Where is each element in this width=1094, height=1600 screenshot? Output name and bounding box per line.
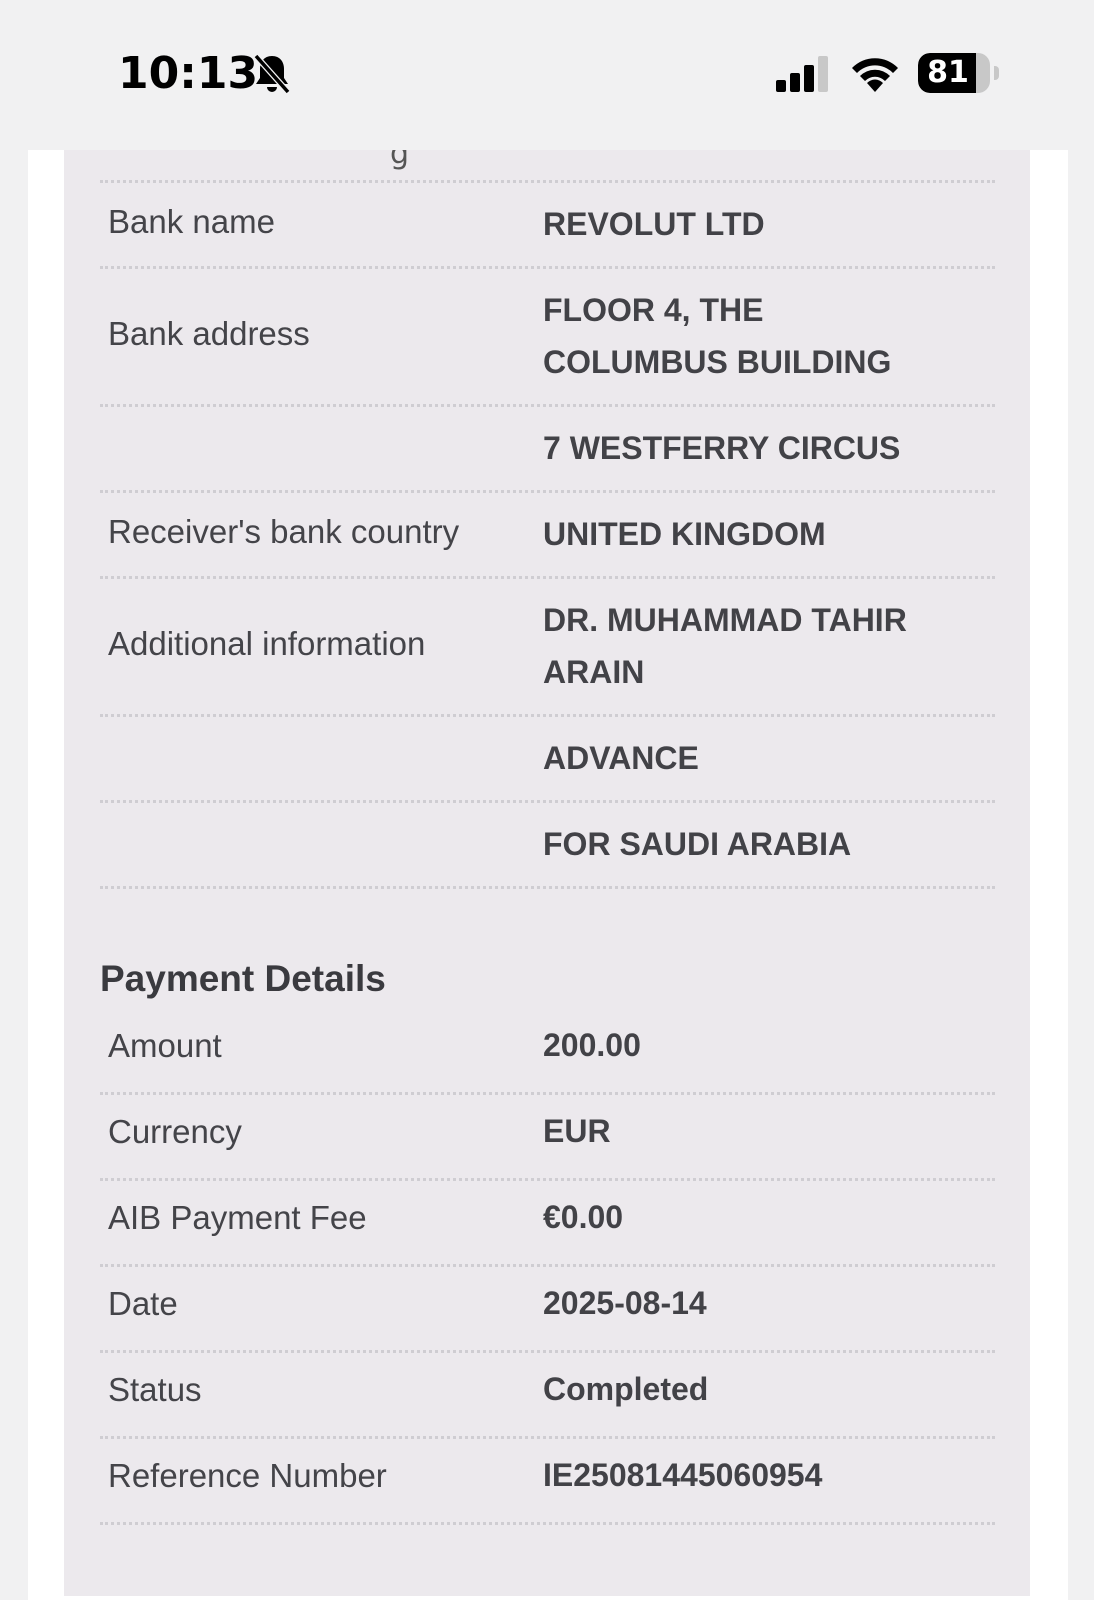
detail-value: FLOOR 4, THE COLUMBUS BUILDING <box>543 284 983 388</box>
row-divider <box>100 1092 995 1095</box>
row-divider <box>100 1436 995 1439</box>
detail-value-line: REVOLUT LTD <box>543 206 765 242</box>
detail-value-line: ADVANCE <box>543 740 699 776</box>
detail-value: REVOLUT LTD <box>543 198 983 250</box>
detail-value-line: UNITED KINGDOM <box>543 516 826 552</box>
status-bar: 10:13 81 <box>0 0 1094 150</box>
row-divider <box>100 1178 995 1181</box>
battery-icon: 81 <box>918 53 999 93</box>
detail-value: DR. MUHAMMAD TAHIR ARAIN <box>543 594 983 698</box>
payment-label: Status <box>108 1371 202 1408</box>
section-title-payment-details: Payment Details <box>100 958 386 999</box>
bell-off-icon <box>253 54 291 94</box>
row-divider <box>100 404 995 407</box>
payment-value: 200.00 <box>543 1027 641 1063</box>
row-divider <box>100 1522 995 1525</box>
payment-label: Date <box>108 1285 178 1322</box>
payment-value: IE25081445060954 <box>543 1457 823 1493</box>
payment-label: Reference Number <box>108 1457 387 1494</box>
status-time: 10:13 <box>118 48 259 99</box>
row-divider <box>100 714 995 717</box>
payment-label: AIB Payment Fee <box>108 1199 367 1236</box>
row-divider <box>100 490 995 493</box>
detail-value-line: ARAIN <box>543 654 645 690</box>
row-divider <box>100 576 995 579</box>
row-divider <box>100 1350 995 1353</box>
signal-icon <box>776 56 828 92</box>
detail-value-line: COLUMBUS BUILDING <box>543 344 892 380</box>
wifi-icon <box>852 58 898 92</box>
detail-label: Receiver's bank country <box>108 513 460 550</box>
payment-value: Completed <box>543 1371 709 1407</box>
detail-value: ADVANCE <box>543 732 983 784</box>
payment-value: €0.00 <box>543 1199 624 1235</box>
detail-label: Additional information <box>108 625 426 662</box>
detail-value-line: 7 WESTFERRY CIRCUS <box>543 430 901 466</box>
detail-value: 7 WESTFERRY CIRCUS <box>543 422 983 474</box>
payment-value: 2025-08-14 <box>543 1285 707 1321</box>
payment-value: EUR <box>543 1113 611 1149</box>
detail-label: Bank name <box>108 203 275 240</box>
row-divider <box>100 180 995 183</box>
clipped-previous-row: g <box>390 150 410 171</box>
row-divider <box>100 266 995 269</box>
detail-label: Bank address <box>108 315 310 352</box>
row-divider <box>100 886 995 889</box>
payment-label: Amount <box>108 1027 222 1064</box>
row-divider <box>100 800 995 803</box>
detail-value-line: DR. MUHAMMAD TAHIR <box>543 602 907 638</box>
battery-level: 81 <box>927 55 969 90</box>
payment-label: Currency <box>108 1113 242 1150</box>
row-divider <box>100 1264 995 1267</box>
detail-value-line: FOR SAUDI ARABIA <box>543 826 852 862</box>
detail-value-line: FLOOR 4, THE <box>543 292 764 328</box>
detail-value: FOR SAUDI ARABIA <box>543 818 983 870</box>
detail-value: UNITED KINGDOM <box>543 508 983 560</box>
